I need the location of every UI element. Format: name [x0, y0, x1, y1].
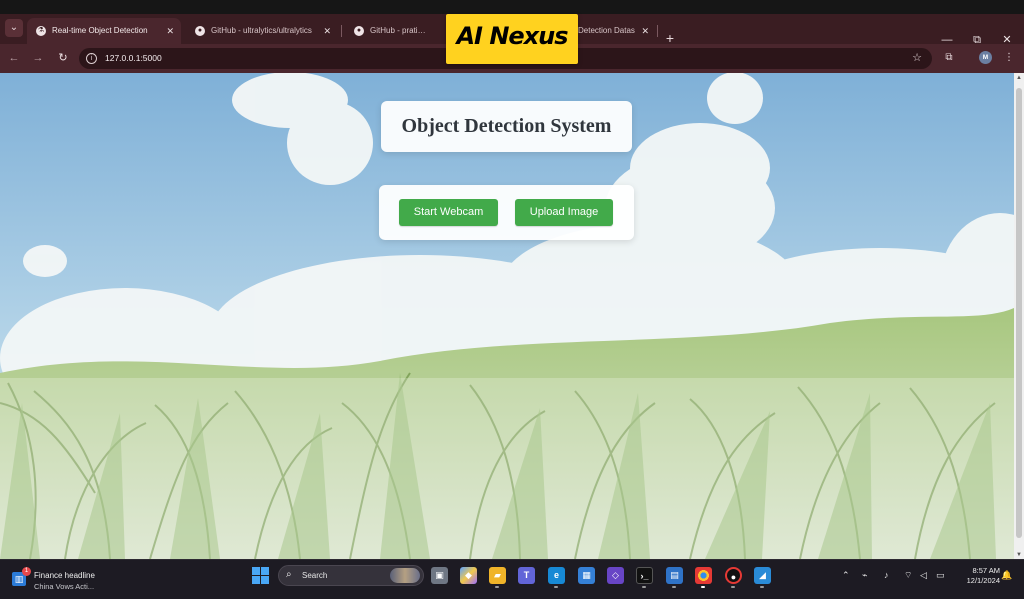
- record-icon[interactable]: ●: [725, 567, 742, 584]
- search-label[interactable]: Search: [302, 571, 327, 580]
- chrome-icon[interactable]: [695, 567, 712, 584]
- tab-separator: [341, 25, 342, 37]
- bookmark-star-icon[interactable]: ☆: [912, 48, 922, 69]
- close-icon[interactable]: ✕: [323, 18, 331, 44]
- search-icon: ⌕: [286, 569, 292, 580]
- tab-github-ultralytics[interactable]: ● GitHub - ultralytics/ultralytics ✕: [186, 18, 338, 44]
- task-view-icon[interactable]: ▣: [431, 567, 448, 584]
- running-indicator: [642, 586, 646, 588]
- windows-logo-icon: [261, 576, 269, 584]
- flask-icon: ⚗: [36, 26, 46, 36]
- site-info-icon[interactable]: i: [86, 53, 97, 64]
- running-indicator: [495, 586, 499, 588]
- tab-object-detection[interactable]: ⚗ Real-time Object Detection ✕: [27, 18, 181, 44]
- scroll-down-icon[interactable]: ▼: [1014, 552, 1024, 558]
- page-title: Object Detection System: [401, 115, 612, 137]
- running-indicator: [554, 586, 558, 588]
- news-widget[interactable]: ▥ 1 Finance headline China Vows Acti...: [12, 567, 122, 592]
- close-icon[interactable]: ✕: [166, 18, 174, 44]
- show-hidden-icons-chevron[interactable]: ⌃: [842, 570, 850, 580]
- windows-taskbar: ▥ 1 Finance headline China Vows Acti... …: [0, 559, 1024, 599]
- github-icon: ●: [354, 26, 364, 36]
- notes-icon[interactable]: ▤: [666, 567, 683, 584]
- new-tab-button[interactable]: +: [663, 31, 677, 45]
- store-icon[interactable]: ▦: [578, 567, 595, 584]
- file-explorer-icon[interactable]: ▰: [489, 567, 506, 584]
- controls-card: Start Webcam Upload Image: [379, 185, 634, 240]
- paint-icon[interactable]: ◢: [754, 567, 771, 584]
- page-scrollbar[interactable]: ▲ ▼: [1014, 73, 1024, 559]
- github-icon: ●: [195, 26, 205, 36]
- notification-bell-icon[interactable]: 🔔: [1001, 570, 1012, 581]
- speaker-icon[interactable]: ◁: [920, 570, 927, 580]
- more-menu-icon[interactable]: ⋮: [1001, 50, 1017, 66]
- window-top-strip: [0, 0, 1024, 14]
- microphone-icon[interactable]: ♪: [884, 570, 889, 580]
- tab-title: GitHub - ultralytics/ultralytics: [211, 26, 312, 35]
- scroll-thumb[interactable]: [1016, 88, 1022, 538]
- brand-overlay: AI Nexus: [446, 14, 578, 64]
- extensions-icon[interactable]: ⧉: [941, 50, 957, 66]
- tab-title: Detection Datas: [578, 26, 635, 35]
- start-button[interactable]: [252, 567, 269, 584]
- tab-github-pratikkayal[interactable]: ● GitHub - pratikkayal/Pl: [345, 18, 448, 44]
- active-app-indicator: [701, 586, 705, 588]
- tab-title: GitHub - pratikkayal/Pl: [370, 26, 428, 35]
- back-arrow-icon[interactable]: ←: [6, 50, 22, 66]
- tab-separator: [657, 25, 658, 37]
- title-card: Object Detection System: [381, 101, 632, 152]
- close-icon[interactable]: ✕: [641, 18, 649, 44]
- reload-icon[interactable]: ↻: [55, 50, 71, 66]
- tab-search-button[interactable]: ⌄: [5, 19, 23, 37]
- wifi-icon[interactable]: ⌔: [904, 570, 912, 580]
- tab-title: Real-time Object Detection: [52, 26, 148, 35]
- clock-time[interactable]: 8:57 AM: [955, 566, 1000, 575]
- web-page-viewport: Object Detection System Start Webcam Upl…: [0, 73, 1014, 559]
- clock-date[interactable]: 12/1/2024: [955, 576, 1000, 585]
- start-webcam-button[interactable]: Start Webcam: [399, 199, 498, 226]
- teams-icon[interactable]: T: [518, 567, 535, 584]
- news-title: Finance headline: [34, 571, 95, 580]
- scroll-up-icon[interactable]: ▲: [1014, 75, 1024, 81]
- forward-arrow-icon[interactable]: →: [30, 50, 46, 66]
- visual-studio-icon[interactable]: ◇: [607, 567, 624, 584]
- copilot-icon[interactable]: ◆: [460, 567, 477, 584]
- notification-count-badge: 1: [22, 567, 31, 576]
- screen: ⌄ ⚗ Real-time Object Detection ✕ ● GitHu…: [0, 0, 1024, 599]
- edge-icon[interactable]: e: [548, 567, 565, 584]
- tab-detection-dataset[interactable]: Detection Datas ✕: [578, 18, 656, 44]
- news-subtitle: China Vows Acti...: [34, 582, 95, 591]
- taskbar-search[interactable]: ⌕ Search: [278, 565, 424, 586]
- battery-icon[interactable]: ▭: [936, 570, 945, 580]
- address-text[interactable]: 127.0.0.1:5000: [105, 48, 162, 69]
- windows-logo-icon: [261, 567, 269, 575]
- upload-image-button[interactable]: Upload Image: [515, 199, 613, 226]
- windows-logo-icon: [252, 576, 260, 584]
- running-indicator: [672, 586, 676, 588]
- windows-logo-icon: [252, 567, 260, 575]
- running-indicator: [731, 586, 735, 588]
- search-highlight-icon: [390, 568, 420, 583]
- profile-avatar[interactable]: M: [979, 51, 992, 64]
- terminal-icon[interactable]: ›_: [636, 567, 653, 584]
- network-icon[interactable]: ⌁: [862, 570, 867, 580]
- running-indicator: [760, 586, 764, 588]
